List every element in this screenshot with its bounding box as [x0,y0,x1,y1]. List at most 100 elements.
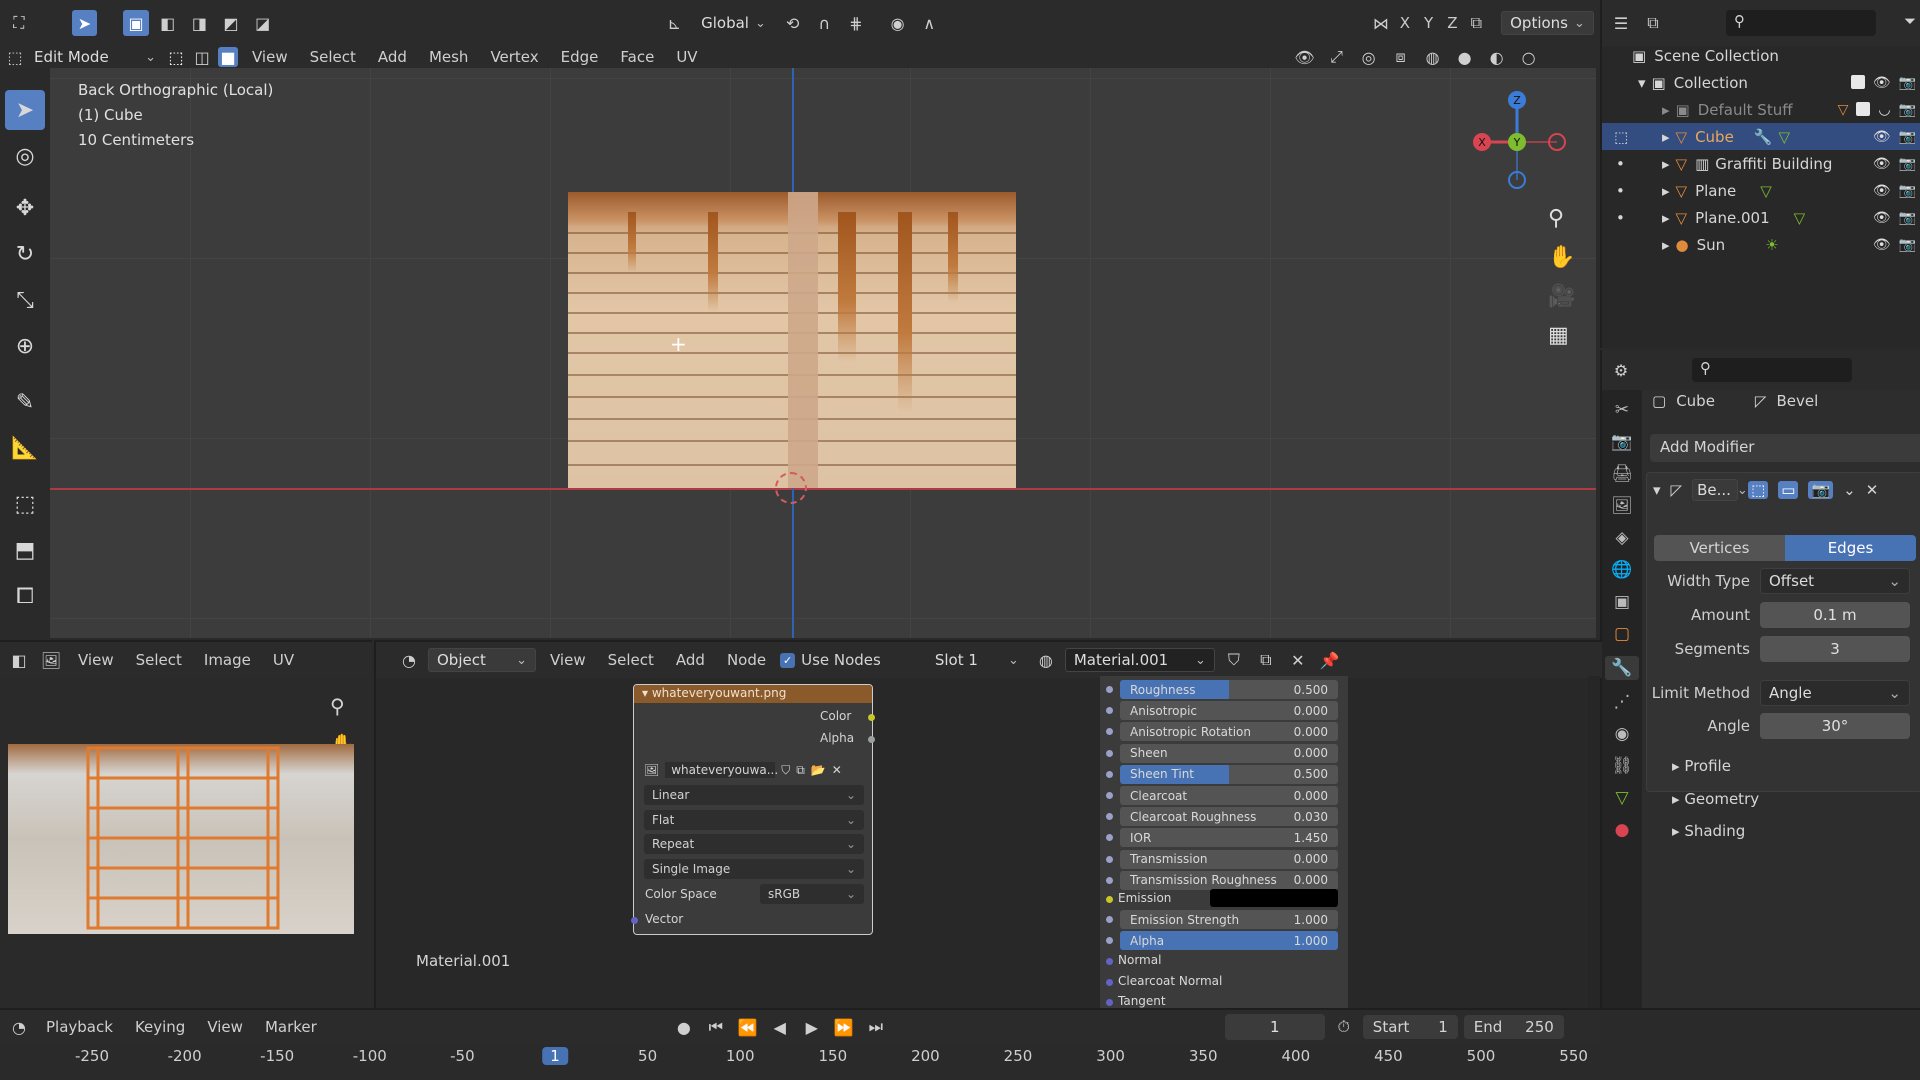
play-reverse-icon[interactable]: ◀ [767,1014,793,1040]
3d-cursor[interactable] [775,472,807,504]
eye-icon[interactable]: 👁 [1873,129,1891,145]
options-dropdown[interactable]: Options [1501,11,1594,35]
material-tab-icon[interactable]: ● [1615,820,1630,840]
data-tab-icon[interactable]: ▽ [1615,788,1628,808]
collapse-arrow-icon[interactable]: ▾ [1653,481,1661,499]
world-tab-icon[interactable]: 🌐 [1611,560,1632,580]
zoom-icon[interactable]: ⚲ [1548,206,1575,231]
edge-select-icon[interactable]: ◫ [192,47,212,67]
select-box-tool-icon[interactable]: ➤ [5,90,45,130]
annotate-tool-icon[interactable]: ✎ [5,382,45,422]
add-modifier-dropdown[interactable]: Add Modifier [1650,434,1920,462]
editor-type-icon[interactable]: ⛶ [6,10,32,36]
pan-hand-icon[interactable]: ✋ [1548,245,1575,270]
rendered-shading-icon[interactable]: ○ [1516,44,1542,70]
uv-menu-view[interactable]: View [70,651,122,669]
xray-icon[interactable]: ⧈ [1388,44,1414,70]
stopwatch-icon[interactable]: ⏱ [1331,1014,1357,1040]
camera-icon[interactable]: 🎥 [1548,284,1575,309]
bsdf-field-anisotropic[interactable]: Anisotropic 0.000 [1120,701,1338,721]
snap-target-icon[interactable]: ⋕ [843,10,869,36]
record-icon[interactable]: ● [671,1014,697,1040]
menu-view[interactable]: View [244,48,296,66]
mirror-icon[interactable]: ⋈ [1368,10,1394,36]
bsdf-field-roughness[interactable]: Roughness 0.500 [1120,680,1338,699]
menu-timeline-view[interactable]: View [199,1018,251,1036]
add-cube-tool-icon[interactable]: ⬚ [5,484,45,524]
slot-dropdown[interactable]: Slot 1 [927,649,1027,671]
visibility-icon[interactable]: 👁 [1292,44,1318,70]
bsdf-field-transmission[interactable]: Transmission 0.000 [1120,849,1338,869]
bsdf-input-socket[interactable] [1106,749,1113,757]
eye-icon[interactable]: 👁 [1873,75,1891,91]
alpha-output-socket[interactable] [868,736,875,743]
measure-tool-icon[interactable]: 📐 [5,428,45,468]
source-dropdown[interactable]: Single Image [644,859,864,879]
clearcoat-normal-socket[interactable] [1106,979,1113,986]
camera-render-icon[interactable]: 📷 [1899,210,1916,226]
node-sidebar-toggle[interactable] [1588,676,1600,1008]
collection-checkbox[interactable] [1850,74,1865,89]
camera-render-icon[interactable]: 📷 [1899,102,1916,118]
camera-render-icon[interactable]: 📷 [1899,75,1916,91]
play-icon[interactable]: ▶ [799,1014,825,1040]
tab-vertices[interactable]: Vertices [1654,535,1785,561]
image-shield-icon[interactable]: ⛉ [781,763,790,778]
bsdf-field-sheen[interactable]: Sheen 0.000 [1120,743,1338,763]
start-frame-field[interactable]: Start 1 [1362,1015,1458,1039]
image-duplicate-icon[interactable]: ⧉ [796,763,805,778]
bsdf-input-socket[interactable] [1106,855,1113,863]
bsdf-field-transmission-roughness[interactable]: Transmission Roughness 0.000 [1120,870,1338,890]
bsdf-field-anisotropic-rotation[interactable]: Anisotropic Rotation 0.000 [1120,722,1338,742]
bsdf-input-socket[interactable] [1106,876,1113,884]
camera-render-icon[interactable]: 📷 [1899,237,1916,253]
outliner-item-graffiti-building[interactable]: • ▸ ▽ ▥ Graffiti Building 👁 📷 [1602,150,1920,177]
duplicate-material-icon[interactable]: ⧉ [1253,647,1279,673]
projection-dropdown[interactable]: Flat [644,810,864,830]
select-subtract-icon[interactable]: ◨ [187,10,213,36]
image-unlink-icon[interactable]: ✕ [832,763,842,777]
menu-keying[interactable]: Keying [127,1018,193,1036]
3d-viewport[interactable]: + Back Orthographic (Local) (1) Cube 10 … [50,68,1596,638]
particles-tab-icon[interactable]: ⋰ [1614,692,1631,712]
menu-edge[interactable]: Edge [553,48,607,66]
tool-tab-icon[interactable]: ✂ [1615,400,1629,420]
bsdf-field-clearcoat[interactable]: Clearcoat 0.000 [1120,786,1338,805]
face-select-icon[interactable]: ■ [218,47,238,67]
playhead[interactable]: 1 [542,1047,568,1065]
uv-menu-select[interactable]: Select [128,651,190,669]
eye-closed-icon[interactable]: ◡ [1878,102,1890,118]
render-toggle-icon[interactable]: 📷 [1808,481,1834,499]
geometry-section[interactable]: ▸ Geometry [1672,790,1759,808]
tab-edges[interactable]: Edges [1785,535,1916,561]
fake-user-shield-icon[interactable]: ⛉ [1221,647,1247,673]
use-nodes-checkbox[interactable]: ✓ Use Nodes [780,651,881,669]
amount-field[interactable]: 0.1 m [1760,602,1910,628]
select-invert-icon[interactable]: ◩ [218,10,244,36]
collection-checkbox[interactable] [1856,101,1871,116]
vertex-select-icon[interactable]: ⬚ [166,47,186,67]
material-browse-icon[interactable]: ◍ [1033,647,1059,673]
node-title[interactable]: ▾ whateveryouwant.png [634,685,872,703]
expand-arrow-icon[interactable]: ▸ [1662,236,1670,254]
expand-arrow-icon[interactable]: ▸ [1662,155,1670,173]
uv-menu-image[interactable]: Image [196,651,259,669]
bsdf-input-socket[interactable] [1106,686,1113,693]
profile-section[interactable]: ▸ Profile [1672,757,1731,775]
snap-icon[interactable]: ∩ [812,10,838,36]
ortho-grid-icon[interactable]: ▦ [1548,323,1575,348]
eye-icon[interactable]: 👁 [1873,237,1891,253]
timeline-editor-icon[interactable]: ◔ [6,1014,32,1040]
camera-render-icon[interactable]: 📷 [1899,156,1916,172]
uv-editor-type-icon[interactable]: 🖼 [38,647,64,673]
collection-row[interactable]: ▾ ▣ Collection 👁 📷 [1602,69,1920,96]
unlink-material-icon[interactable]: ✕ [1285,647,1311,673]
viewport-toggle-icon[interactable]: ▭ [1778,481,1799,499]
navigation-gizmo[interactable]: Z Y X [1462,80,1572,190]
orientation-dropdown[interactable]: Global [693,12,774,34]
select-intersect-icon[interactable]: ◪ [250,10,276,36]
select-tool-icon[interactable]: ➤ [71,10,98,36]
extension-dropdown[interactable]: Repeat [644,834,864,854]
jump-start-icon[interactable]: ⏮ [703,1014,729,1040]
wireframe-shading-icon[interactable]: ◍ [1420,44,1446,70]
